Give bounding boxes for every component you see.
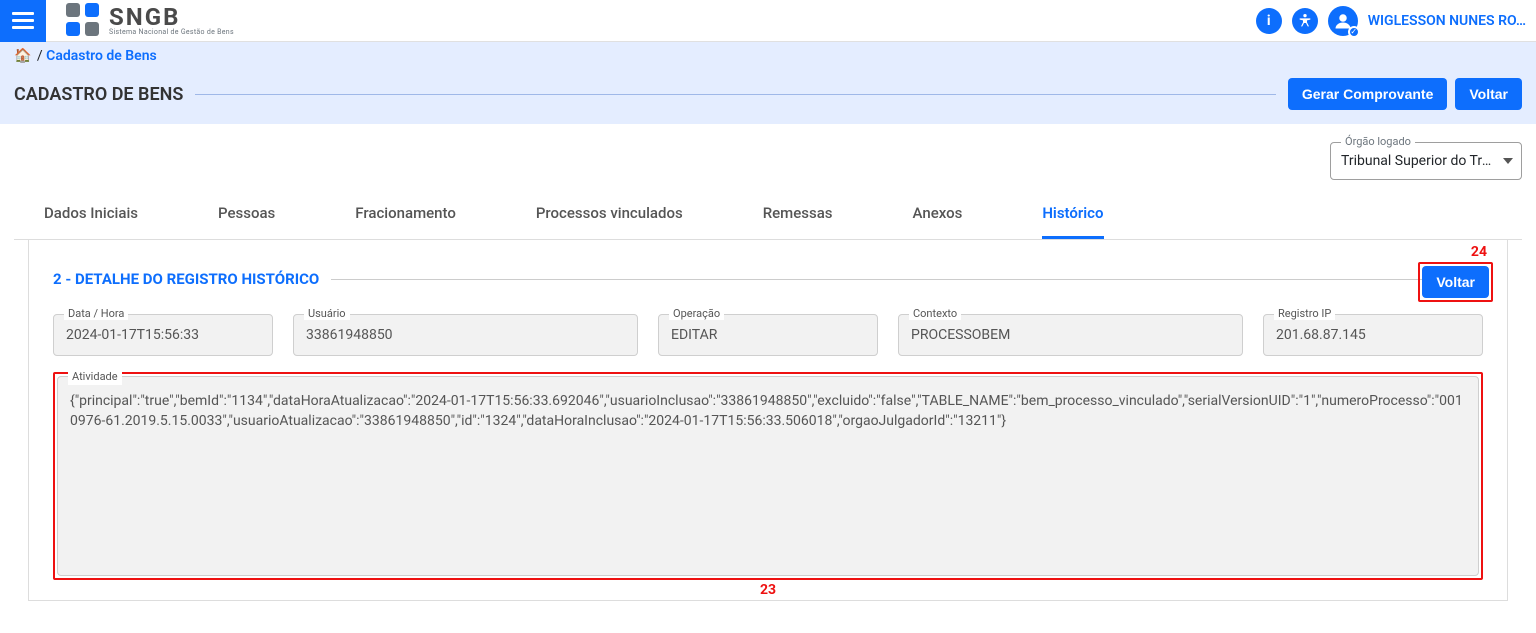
tab-historico[interactable]: Histórico bbox=[1042, 190, 1103, 239]
field-usuario-value: 33861948850 bbox=[306, 327, 393, 343]
field-datahora-value: 2024-01-17T15:56:33 bbox=[66, 327, 199, 343]
tabs: Dados Iniciais Pessoas Fracionamento Pro… bbox=[14, 190, 1522, 240]
tab-remessas[interactable]: Remessas bbox=[763, 190, 833, 239]
gerar-comprovante-button[interactable]: Gerar Comprovante bbox=[1288, 78, 1447, 110]
field-registro-ip-value: 201.68.87.145 bbox=[1276, 327, 1366, 343]
tab-dados-iniciais[interactable]: Dados Iniciais bbox=[44, 190, 138, 239]
breadcrumb-home[interactable]: 🏠 bbox=[14, 48, 33, 64]
field-registro-ip-label: Registro IP bbox=[1274, 307, 1335, 320]
annotation-box-24: 24 Voltar bbox=[1418, 262, 1493, 302]
field-contexto: Contexto PROCESSOBEM bbox=[898, 314, 1243, 356]
tab-processos-vinculados[interactable]: Processos vinculados bbox=[536, 190, 683, 239]
home-icon: 🏠 bbox=[14, 48, 31, 64]
field-atividade-label: Atividade bbox=[68, 369, 122, 385]
annotation-box-23: 23 Atividade {"principal":"true","bemId"… bbox=[53, 372, 1483, 580]
logo-title: SNGB bbox=[109, 5, 234, 29]
title-divider bbox=[195, 94, 1276, 95]
user-avatar-button[interactable]: ✓ bbox=[1328, 6, 1358, 36]
annotation-marker-24: 24 bbox=[1471, 244, 1487, 260]
topbar: SNGB Sistema Nacional de Gestão de Bens … bbox=[0, 0, 1536, 42]
breadcrumb-item[interactable]: Cadastro de Bens bbox=[46, 48, 157, 64]
orgao-select[interactable]: Órgão logado Tribunal Superior do Tra… bbox=[1330, 142, 1522, 180]
field-registro-ip: Registro IP 201.68.87.145 bbox=[1263, 314, 1483, 356]
breadcrumb-sep: / bbox=[33, 48, 46, 64]
info-button[interactable]: i bbox=[1256, 8, 1282, 34]
accessibility-icon bbox=[1297, 13, 1313, 29]
accessibility-button[interactable] bbox=[1292, 8, 1318, 34]
section-divider bbox=[331, 279, 1483, 280]
field-usuario: Usuário 33861948850 bbox=[293, 314, 638, 356]
info-icon: i bbox=[1267, 13, 1271, 29]
annotation-marker-23: 23 bbox=[760, 582, 776, 598]
page-title: CADASTRO DE BENS bbox=[14, 84, 183, 105]
field-operacao-label: Operação bbox=[669, 307, 724, 320]
field-operacao-value: EDITAR bbox=[671, 327, 717, 343]
logo[interactable]: SNGB Sistema Nacional de Gestão de Bens bbox=[46, 3, 234, 38]
check-icon: ✓ bbox=[1348, 26, 1360, 38]
field-datahora-label: Data / Hora bbox=[64, 307, 128, 320]
chevron-down-icon bbox=[1503, 158, 1513, 164]
historico-panel: 2 - DETALHE DO REGISTRO HISTÓRICO 24 Vol… bbox=[28, 240, 1508, 601]
logo-subtitle: Sistema Nacional de Gestão de Bens bbox=[109, 29, 234, 36]
hamburger-icon bbox=[12, 12, 34, 30]
title-bar: CADASTRO DE BENS Gerar Comprovante Volta… bbox=[0, 70, 1536, 124]
tab-pessoas[interactable]: Pessoas bbox=[218, 190, 275, 239]
field-atividade-value: {"principal":"true","bemId":"1134","data… bbox=[70, 393, 1463, 429]
menu-toggle-button[interactable] bbox=[0, 0, 46, 42]
tab-anexos[interactable]: Anexos bbox=[913, 190, 963, 239]
field-operacao: Operação EDITAR bbox=[658, 314, 878, 356]
field-contexto-label: Contexto bbox=[909, 307, 961, 320]
field-usuario-label: Usuário bbox=[304, 307, 350, 320]
field-datahora: Data / Hora 2024-01-17T15:56:33 bbox=[53, 314, 273, 356]
section-title: 2 - DETALHE DO REGISTRO HISTÓRICO bbox=[53, 270, 319, 288]
tab-fracionamento[interactable]: Fracionamento bbox=[355, 190, 456, 239]
orgao-value: Tribunal Superior do Tra… bbox=[1341, 153, 1499, 169]
orgao-row: Órgão logado Tribunal Superior do Tra… bbox=[0, 124, 1536, 190]
username-label[interactable]: WIGLESSON NUNES RO… bbox=[1368, 13, 1526, 29]
field-atividade: Atividade {"principal":"true","bemId":"1… bbox=[57, 376, 1479, 576]
section-head: 2 - DETALHE DO REGISTRO HISTÓRICO 24 Vol… bbox=[53, 270, 1483, 288]
voltar-section-button[interactable]: Voltar bbox=[1422, 266, 1489, 298]
logo-mark-icon bbox=[66, 3, 101, 38]
voltar-top-button[interactable]: Voltar bbox=[1455, 78, 1522, 110]
breadcrumb: 🏠 / Cadastro de Bens bbox=[0, 42, 1536, 70]
field-contexto-value: PROCESSOBEM bbox=[911, 327, 1010, 343]
